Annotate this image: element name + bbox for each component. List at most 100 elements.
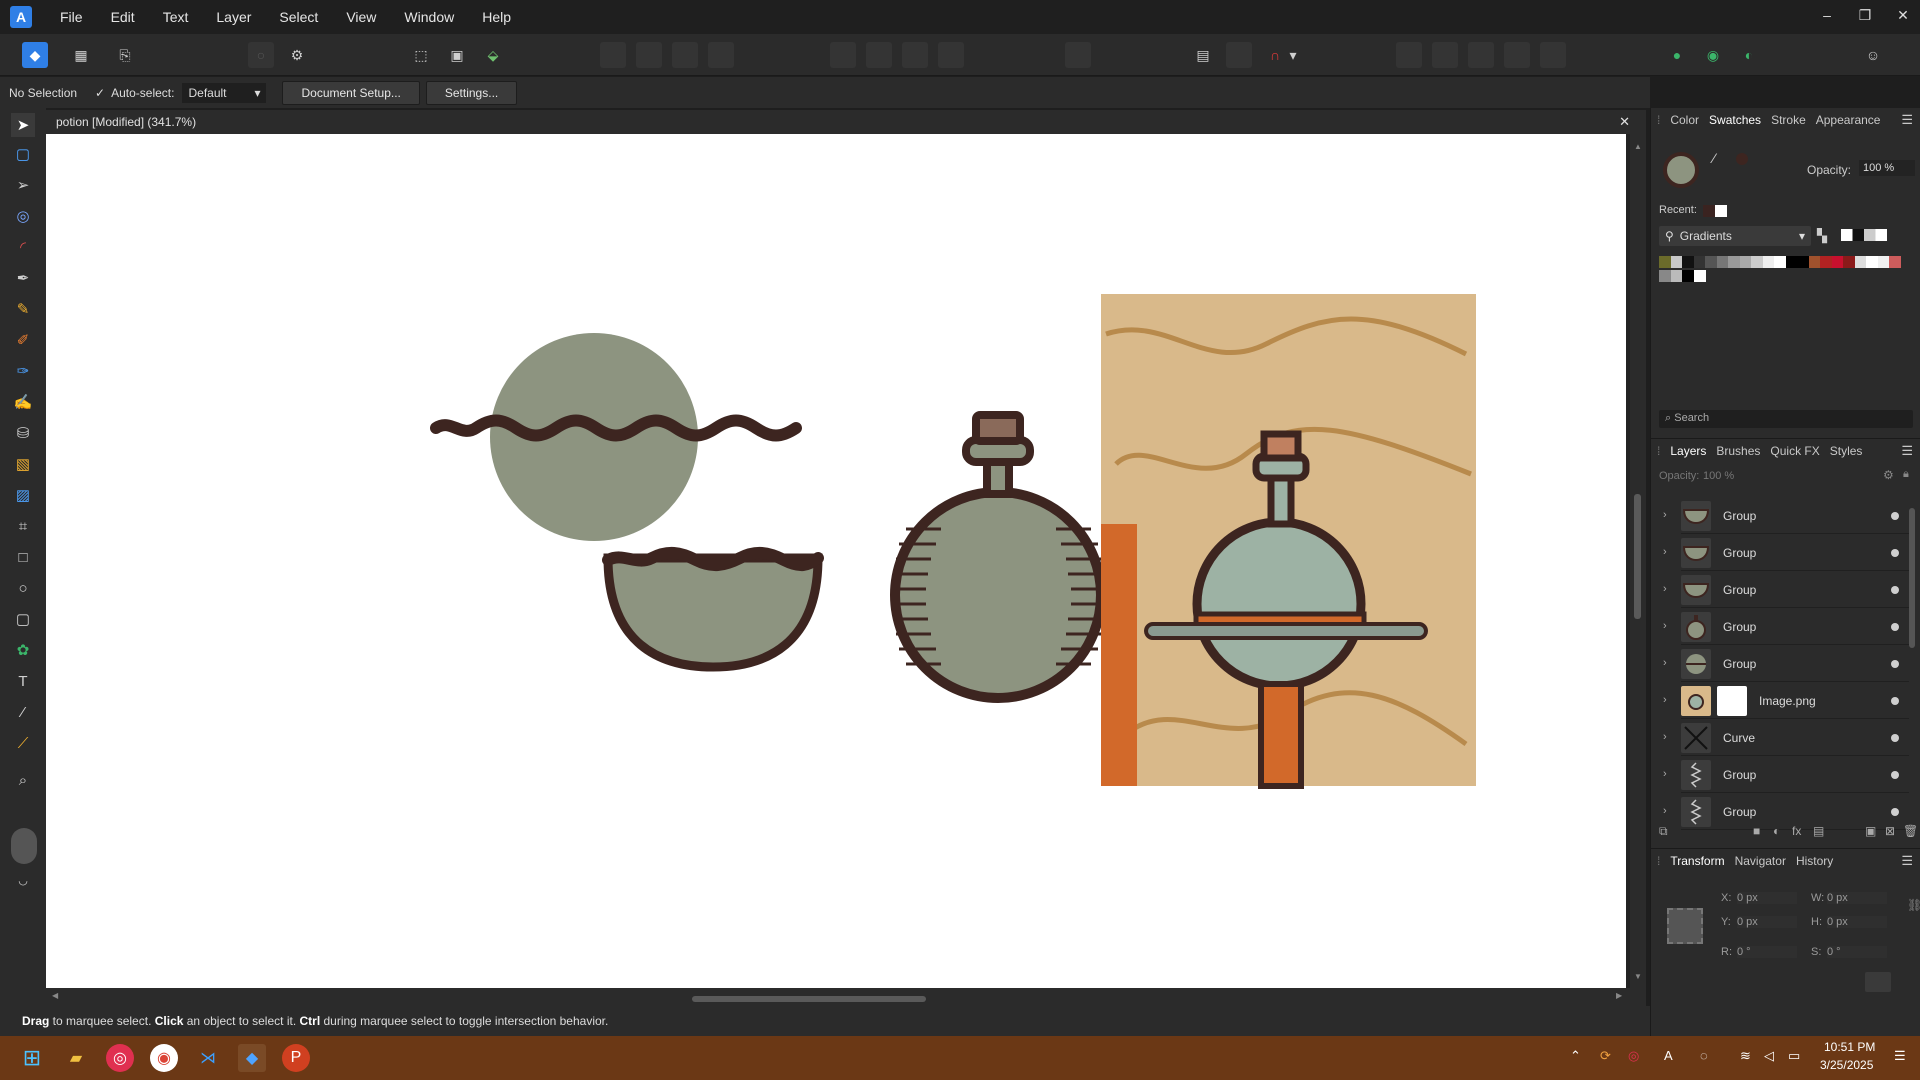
color-swatch[interactable] xyxy=(1877,256,1890,268)
boolean-subtract-icon[interactable] xyxy=(636,42,662,68)
expand-chevron-icon[interactable]: › xyxy=(1663,546,1667,558)
fill-tool-icon[interactable]: ✑ xyxy=(11,359,35,383)
visibility-dot-icon[interactable] xyxy=(1891,734,1899,742)
vscode-icon[interactable]: ⋊ xyxy=(194,1044,222,1072)
menu-view[interactable]: View xyxy=(332,0,390,34)
affinity-designer-logo-icon[interactable]: A xyxy=(10,6,32,28)
expand-chevron-icon[interactable]: › xyxy=(1663,620,1667,632)
panel-menu-icon[interactable]: ☰ xyxy=(1901,853,1913,869)
corner-tool-icon[interactable]: ◜ xyxy=(11,235,35,259)
potion-bowl[interactable] xyxy=(603,553,823,672)
tab-layers[interactable]: Layers xyxy=(1670,444,1706,458)
color-swatch[interactable] xyxy=(1693,256,1706,268)
layer-row[interactable]: › Image.png xyxy=(1663,683,1909,719)
restore-button[interactable]: ❐ xyxy=(1854,7,1876,24)
add-layer-icon[interactable]: ▣ xyxy=(1865,824,1876,838)
swap-colors-icon[interactable]: ◡ xyxy=(11,868,35,892)
color-swatch[interactable] xyxy=(1670,256,1683,268)
visibility-dot-icon[interactable] xyxy=(1891,771,1899,779)
color-swatch[interactable] xyxy=(1831,256,1844,268)
layers-scroll-thumb[interactable] xyxy=(1909,508,1915,648)
artboard-tool-icon[interactable]: ▢ xyxy=(11,142,35,166)
tab-styles[interactable]: Styles xyxy=(1830,444,1863,458)
snapping-icon[interactable]: ⬙ xyxy=(480,42,506,68)
expand-chevron-icon[interactable]: › xyxy=(1663,805,1667,817)
ellipse-tool-icon[interactable]: ○ xyxy=(11,576,35,600)
pixel-persona-icon[interactable]: ▦ xyxy=(68,42,94,68)
rounded-rectangle-tool-icon[interactable]: ▢ xyxy=(11,607,35,631)
tab-stroke[interactable]: Stroke xyxy=(1771,113,1806,127)
close-window-button[interactable]: ✕ xyxy=(1892,7,1914,24)
color-swatch[interactable] xyxy=(1682,270,1694,282)
lock-icon[interactable]: 🔒︎ xyxy=(1903,468,1909,481)
delete-layer-icon[interactable]: 🗑︎ xyxy=(1903,824,1918,838)
layer-settings-gear-icon[interactable]: ⚙ xyxy=(1883,468,1894,482)
vertical-scroll-thumb[interactable] xyxy=(1634,494,1641,619)
artboard[interactable] xyxy=(46,134,1626,988)
color-swatch[interactable] xyxy=(1889,256,1901,268)
close-document-icon[interactable]: ✕ xyxy=(1619,114,1630,130)
document-tab[interactable]: potion [Modified] (341.7%) ✕ xyxy=(46,110,1646,134)
panel-grip-icon[interactable]: ⁞ xyxy=(1657,113,1660,127)
boolean-add-icon[interactable] xyxy=(600,42,626,68)
color-swatch[interactable] xyxy=(1751,256,1763,268)
color-swatch[interactable] xyxy=(1705,256,1717,268)
color-swatch[interactable] xyxy=(1843,256,1855,268)
color-swatch[interactable] xyxy=(1659,270,1671,282)
layer-row[interactable]: › Group xyxy=(1663,535,1909,571)
contextual-icon[interactable]: ◐ xyxy=(1736,42,1762,68)
tab-color[interactable]: Color xyxy=(1670,113,1699,127)
layer-row[interactable]: › Group xyxy=(1663,609,1909,645)
view-mode-icon[interactable]: ○ xyxy=(248,42,274,68)
h-field[interactable]: 0 px xyxy=(1827,916,1887,928)
layer-opacity-value[interactable]: 100 % xyxy=(1703,470,1734,482)
tab-history[interactable]: History xyxy=(1796,854,1833,868)
boolean-intersect-icon[interactable] xyxy=(672,42,698,68)
layer-row[interactable]: › Group xyxy=(1663,757,1909,793)
transform-icon-4[interactable] xyxy=(1504,42,1530,68)
visibility-dot-icon[interactable] xyxy=(1891,808,1899,816)
horizontal-scrollbar[interactable]: ◀ ▶ xyxy=(46,988,1646,1006)
checkmark-icon[interactable]: ✓ xyxy=(95,86,105,100)
opacity-field[interactable]: 100 % xyxy=(1859,160,1915,176)
reference-image[interactable] xyxy=(1101,294,1476,789)
mask-layer-icon[interactable]: ■ xyxy=(1753,824,1760,838)
menu-help[interactable]: Help xyxy=(468,0,525,34)
y-field[interactable]: 0 px xyxy=(1737,916,1797,928)
layer-row[interactable]: › Group xyxy=(1663,646,1909,682)
potion-bottle[interactable] xyxy=(890,411,1106,703)
snap-icon[interactable]: ▣ xyxy=(444,42,470,68)
transform-icon-5[interactable] xyxy=(1540,42,1566,68)
paint-brush-tool-icon[interactable]: ✍ xyxy=(11,390,35,414)
scroll-down-icon[interactable]: ▼ xyxy=(1634,972,1642,981)
scroll-up-icon[interactable]: ▲ xyxy=(1634,142,1642,151)
fill-stroke-swatch-icon[interactable] xyxy=(11,828,37,864)
pen-tool-icon[interactable]: ✒ xyxy=(11,266,35,290)
vector-brush-tool-icon[interactable]: ✐ xyxy=(11,328,35,352)
color-swatch[interactable] xyxy=(1808,256,1821,268)
measure-tool-icon[interactable]: ⟋ xyxy=(11,731,35,755)
windows-start-icon[interactable]: ⊞ xyxy=(18,1044,46,1072)
menu-select[interactable]: Select xyxy=(265,0,332,34)
color-swatch[interactable] xyxy=(1785,256,1798,268)
duplicate-layer-icon[interactable]: ⊠ xyxy=(1885,824,1895,838)
expand-chevron-icon[interactable]: › xyxy=(1663,509,1667,521)
powerpoint-icon[interactable]: P xyxy=(282,1044,310,1072)
color-swatch[interactable] xyxy=(1659,256,1671,268)
canvas-area[interactable] xyxy=(46,134,1646,988)
arrange-backward-icon[interactable] xyxy=(866,42,892,68)
snapping-manager-icon[interactable]: ▤ xyxy=(1190,42,1216,68)
anchor-point-icon[interactable] xyxy=(1667,908,1703,944)
account-icon[interactable]: ☺ xyxy=(1860,42,1886,68)
gradient-tool-icon[interactable]: ▧ xyxy=(11,452,35,476)
color-swatch[interactable] xyxy=(1762,256,1775,268)
boolean-xor-icon[interactable] xyxy=(708,42,734,68)
magnet-icon[interactable]: ∩ xyxy=(1262,42,1288,68)
document-setup-button[interactable]: Document Setup... xyxy=(282,80,420,105)
x-field[interactable]: 0 px xyxy=(1737,892,1797,904)
color-picker-tool-icon[interactable]: ⁄ xyxy=(11,700,35,724)
swatch-search-field[interactable]: ⌕ Search xyxy=(1659,410,1913,428)
move-tool-icon[interactable]: ➤ xyxy=(11,113,35,137)
none-black-white-swatches[interactable] xyxy=(1841,229,1887,241)
crop-tool-icon[interactable]: ⌗ xyxy=(11,514,35,538)
